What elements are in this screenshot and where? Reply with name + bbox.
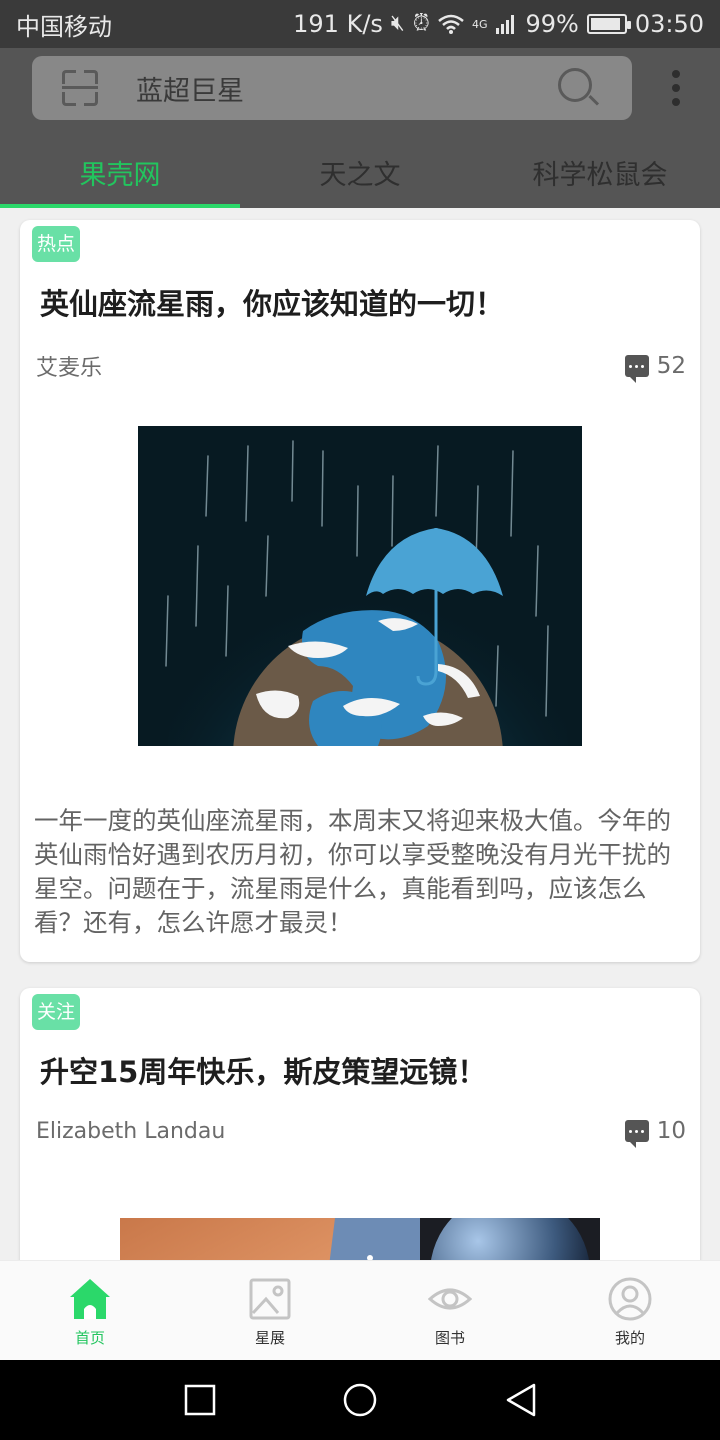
tag-badge: 热点 bbox=[32, 226, 81, 262]
recent-apps-icon[interactable] bbox=[184, 1384, 216, 1416]
space-telescope-image bbox=[120, 1218, 600, 1260]
nav-label: 我的 bbox=[614, 1329, 645, 1347]
app-bar: 蓝超巨星 果壳网 天之文 科学松鼠会 bbox=[0, 48, 720, 208]
article-meta: Elizabeth Landau 10 bbox=[36, 1118, 686, 1148]
battery-icon bbox=[586, 14, 631, 34]
author-name: Elizabeth Landau bbox=[36, 1118, 226, 1144]
nav-label: 图书 bbox=[434, 1329, 465, 1347]
nav-gallery[interactable]: 星展 bbox=[180, 1261, 360, 1360]
article-feed[interactable]: 热点 英仙座流星雨，你应该知道的一切！ 艾麦乐 52 一年一度的英仙座流星雨，本… bbox=[0, 208, 720, 1260]
back-icon[interactable] bbox=[506, 1383, 536, 1417]
source-tabs: 果壳网 天之文 科学松鼠会 bbox=[0, 136, 720, 208]
tab-tianzhiwen[interactable]: 天之文 bbox=[240, 136, 480, 208]
article-meta: 艾麦乐 52 bbox=[36, 350, 686, 383]
nav-label: 星展 bbox=[254, 1329, 285, 1347]
clock: 03:50 bbox=[634, 10, 704, 38]
network-type: 4G bbox=[471, 18, 488, 31]
article-card[interactable]: 热点 英仙座流星雨，你应该知道的一切！ 艾麦乐 52 一年一度的英仙座流星雨，本… bbox=[20, 220, 700, 962]
earth-umbrella-illustration bbox=[138, 426, 582, 746]
comment-count[interactable]: 10 bbox=[624, 1118, 686, 1148]
image-icon bbox=[249, 1278, 291, 1320]
system-nav-bar bbox=[0, 1360, 720, 1440]
comment-count-value: 10 bbox=[656, 1118, 686, 1144]
mute-icon: 🔇︎ bbox=[390, 11, 405, 36]
comment-icon bbox=[624, 355, 649, 383]
nav-books[interactable]: 图书 bbox=[360, 1261, 540, 1360]
user-icon bbox=[608, 1277, 652, 1321]
alarm-icon: ⏰︎ bbox=[412, 11, 430, 36]
wifi-icon bbox=[438, 14, 464, 34]
comment-count-value: 52 bbox=[656, 353, 686, 379]
search-box[interactable]: 蓝超巨星 bbox=[32, 56, 632, 120]
nav-me[interactable]: 我的 bbox=[540, 1261, 720, 1360]
net-speed: 191 K/s bbox=[293, 10, 383, 38]
home-icon bbox=[70, 1279, 110, 1319]
scan-icon[interactable] bbox=[62, 70, 98, 106]
article-title[interactable]: 升空15周年快乐，斯皮策望远镜！ bbox=[40, 1050, 680, 1094]
eye-icon bbox=[428, 1288, 472, 1310]
nav-label: 首页 bbox=[74, 1329, 105, 1347]
status-bar: 中国移动 191 K/s 🔇︎ ⏰︎ 4G 99% 03:50 bbox=[0, 0, 720, 48]
tab-songshuhui[interactable]: 科学松鼠会 bbox=[480, 136, 720, 208]
more-menu-icon[interactable] bbox=[670, 70, 682, 106]
tab-guokr[interactable]: 果壳网 bbox=[0, 136, 240, 208]
article-image[interactable] bbox=[120, 1218, 600, 1260]
comment-icon bbox=[624, 1120, 649, 1148]
battery-percent: 99% bbox=[525, 10, 579, 38]
comment-count[interactable]: 52 bbox=[624, 353, 686, 383]
article-excerpt[interactable]: 一年一度的英仙座流星雨，本周末又将迎来极大值。今年的英仙雨恰好遇到农历月初，你可… bbox=[34, 804, 690, 940]
tag-badge: 关注 bbox=[32, 994, 81, 1030]
status-icons: 191 K/s 🔇︎ ⏰︎ 4G 99% 03:50 bbox=[293, 10, 704, 38]
bottom-nav: 首页 星展 图书 我的 bbox=[0, 1260, 720, 1360]
article-title[interactable]: 英仙座流星雨，你应该知道的一切！ bbox=[40, 282, 680, 326]
search-icon[interactable] bbox=[558, 68, 600, 108]
nav-home[interactable]: 首页 bbox=[0, 1261, 180, 1360]
article-card[interactable]: 关注 升空15周年快乐，斯皮策望远镜！ Elizabeth Landau 10 bbox=[20, 988, 700, 1260]
search-input[interactable]: 蓝超巨星 bbox=[136, 69, 558, 108]
author-name: 艾麦乐 bbox=[36, 356, 103, 381]
carrier-label: 中国移动 bbox=[16, 12, 112, 41]
signal-icon bbox=[496, 15, 515, 34]
home-button-icon[interactable] bbox=[343, 1383, 377, 1417]
article-image[interactable] bbox=[138, 426, 582, 746]
